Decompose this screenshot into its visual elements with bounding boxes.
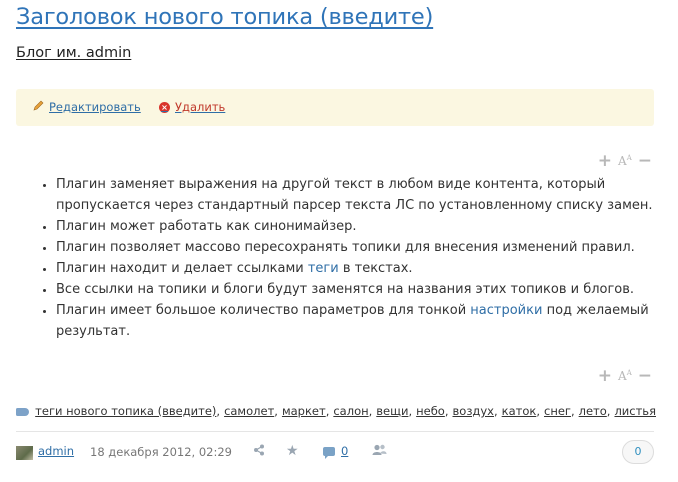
publish-date: 18 декабря 2012, 02:29 <box>90 445 232 459</box>
comment-bubble-icon <box>323 446 335 459</box>
tag-link[interactable]: лето <box>579 404 607 418</box>
tag-icon <box>16 407 30 416</box>
users-icon[interactable] <box>372 444 387 460</box>
tag-link[interactable]: самолет <box>224 404 274 418</box>
tag-list: теги нового топика (введите), самолет, м… <box>16 404 656 418</box>
share-icon[interactable] <box>253 444 265 460</box>
font-increase-button[interactable]: + <box>598 368 612 385</box>
item-text: Плагин находит и делает ссылками <box>56 261 308 276</box>
tag-link[interactable]: маркет <box>282 404 326 418</box>
list-item: Плагин заменяет выражения на другой текс… <box>56 174 676 216</box>
font-size-tools-top: + AA − <box>598 153 652 170</box>
list-item: Все ссылки на топики и блоги будут замен… <box>56 279 676 300</box>
author-link[interactable]: admin <box>38 444 74 458</box>
list-item: Плагин позволяет массово пересохранять т… <box>56 237 676 258</box>
tags-link[interactable]: теги <box>308 261 339 276</box>
font-increase-button[interactable]: + <box>598 153 612 170</box>
font-decrease-button[interactable]: − <box>638 368 652 385</box>
footer-divider <box>16 431 654 432</box>
settings-link[interactable]: настройки <box>470 303 542 318</box>
topic-footer: admin 18 декабря 2012, 02:29 ★ 0 0 <box>16 440 654 464</box>
tag-link[interactable]: вещи <box>376 404 408 418</box>
tag-link[interactable]: воздух <box>453 404 495 418</box>
topic-actions-bar: Редактировать × Удалить <box>16 89 654 126</box>
font-size-glyph: A <box>618 369 627 383</box>
font-size-icon: AA <box>618 154 632 168</box>
comments-count: 0 <box>341 444 349 458</box>
comments-link[interactable]: 0 <box>323 444 349 459</box>
tag-link[interactable]: каток <box>502 404 537 418</box>
delete-label: Удалить <box>175 100 226 114</box>
tag-link[interactable]: теги нового топика (введите) <box>35 404 216 418</box>
edit-topic-link[interactable]: Редактировать <box>33 100 141 114</box>
pencil-icon <box>33 100 44 114</box>
topic-title[interactable]: Заголовок нового топика (введите) <box>16 4 433 30</box>
favourite-star-icon[interactable]: ★ <box>286 443 299 459</box>
avatar[interactable] <box>16 446 33 460</box>
font-decrease-button[interactable]: − <box>638 153 652 170</box>
font-size-glyph: A <box>618 154 627 168</box>
tag-link[interactable]: салон <box>333 404 368 418</box>
blog-link[interactable]: Блог им. admin <box>16 45 131 61</box>
list-item: Плагин находит и делает ссылками теги в … <box>56 258 676 279</box>
list-item: Плагин имеет большое количество параметр… <box>56 300 676 342</box>
item-text: Плагин имеет большое количество параметр… <box>56 303 471 318</box>
edit-label: Редактировать <box>49 100 141 114</box>
delete-icon: × <box>159 101 170 113</box>
font-size-tools-bottom: + AA − <box>598 368 652 385</box>
vote-counter[interactable]: 0 <box>622 440 654 464</box>
tag-link[interactable]: листья <box>614 404 656 418</box>
item-text: в текстах. <box>338 261 413 276</box>
list-item: Плагин может работать как синонимайзер. <box>56 216 676 237</box>
tag-link[interactable]: снег <box>544 404 571 418</box>
delete-topic-link[interactable]: × Удалить <box>159 100 225 114</box>
font-size-icon: AA <box>618 369 632 383</box>
topic-content-list: Плагин заменяет выражения на другой текс… <box>36 174 676 342</box>
tag-link[interactable]: небо <box>416 404 445 418</box>
